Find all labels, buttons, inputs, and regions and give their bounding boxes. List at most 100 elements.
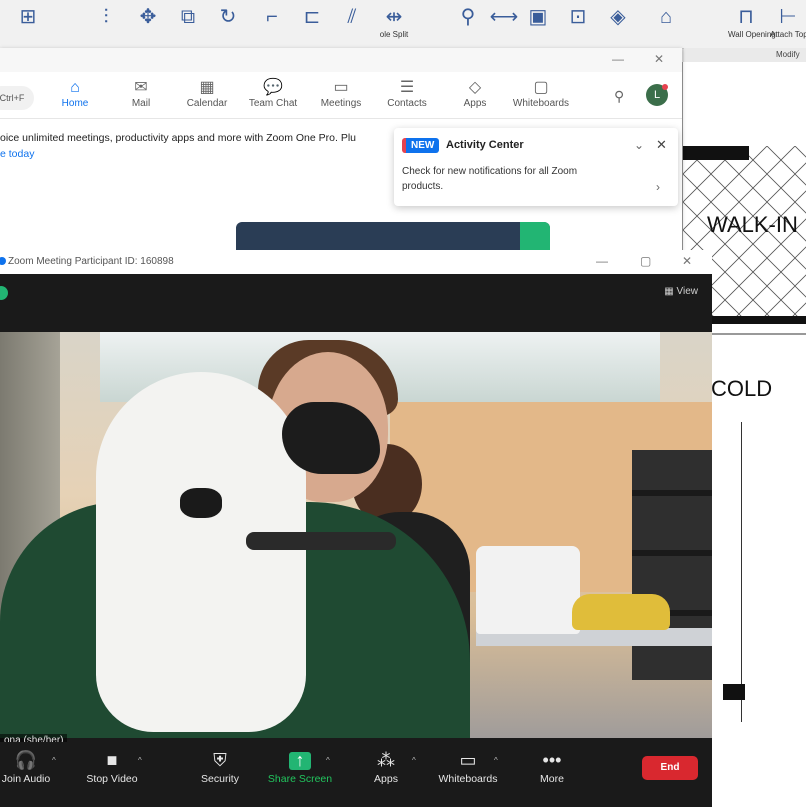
tab-whiteboards[interactable]: ▢ Whiteboards — [506, 78, 576, 110]
security-button[interactable]: ⛨ Security — [180, 748, 260, 786]
caret-up-icon[interactable]: ^ — [494, 756, 498, 765]
cad-tool-measure[interactable]: ⟷ — [486, 4, 522, 44]
trim-icon: ⌐ — [266, 6, 278, 28]
meeting-toolbar: End 🎧 Join Audio ^ ■ Stop Video ^ ⛨ Security ↑ Sh… — [0, 742, 712, 807]
apps-icon: ◇ — [468, 79, 482, 96]
apps-button[interactable]: ⁂ Apps ^ — [346, 748, 426, 786]
tab-contacts[interactable]: ☰ Contacts — [372, 78, 442, 110]
tab-team-chat[interactable]: 💬 Team Chat — [238, 78, 308, 110]
notification-dot — [662, 84, 668, 90]
cad-wall-segment — [683, 146, 749, 160]
tab-home[interactable]: ⌂ Home — [40, 78, 110, 110]
home-card[interactable] — [236, 222, 550, 252]
cad-line — [741, 422, 742, 722]
cad-tool-trim[interactable]: ⌐ — [254, 4, 290, 44]
whiteboards-icon: ▢ — [533, 79, 549, 96]
close-icon[interactable]: ✕ — [654, 52, 664, 66]
meeting-titlebar: Zoom Meeting Participant ID: 160898 — ▢ … — [0, 250, 712, 274]
cad-tool-rotate[interactable]: ↻ — [210, 4, 246, 44]
tab-label: Mail — [131, 98, 151, 109]
tab-meetings[interactable]: ▭ Meetings — [306, 78, 376, 110]
create-icon: ▣ — [528, 6, 548, 28]
cad-tool-label: Wall Opening — [728, 30, 776, 39]
close-icon[interactable]: ✕ — [656, 137, 667, 153]
meeting-top-bar: ▦ View — [0, 274, 712, 332]
end-meeting-button[interactable]: End — [642, 756, 698, 780]
zoom-logo-icon — [0, 257, 6, 265]
cad-tool-label: Attach Top/Bas — [770, 30, 806, 39]
cad-tool-move[interactable]: ✥ — [130, 4, 166, 44]
stop-video-button[interactable]: ■ Stop Video ^ — [72, 748, 152, 786]
caret-up-icon[interactable]: ^ — [52, 756, 56, 765]
close-icon[interactable]: ✕ — [682, 254, 692, 268]
zoom-main-titlebar: — ✕ — [0, 48, 682, 72]
cad-tool-align[interactable]: ⫶ — [88, 4, 124, 44]
join-audio-button[interactable]: 🎧 Join Audio ^ — [0, 748, 66, 786]
group-icon: ⊡ — [569, 6, 587, 28]
video-dog-collar — [246, 532, 396, 550]
minimize-icon[interactable]: — — [596, 254, 608, 268]
mirror-icon: ⫽ — [347, 6, 357, 28]
video-bag — [476, 546, 580, 634]
toolbar-button-label: More — [540, 773, 564, 785]
cad-tool-family[interactable]: ⌂ — [648, 4, 684, 44]
contacts-icon: ☰ — [399, 79, 415, 96]
more-button[interactable]: ••• More — [512, 748, 592, 786]
cad-ribbon-group-bar: Modify — [684, 48, 806, 62]
cad-tool-wall-opening[interactable]: ⊓ Wall Opening — [728, 4, 776, 44]
tab-label: Team Chat — [248, 98, 298, 109]
cad-tool-label: ole Split — [379, 30, 409, 39]
cad-tool-attach[interactable]: ⊢ Attach Top/Bas — [770, 4, 806, 44]
cad-tool-copy[interactable]: ⧉ — [170, 4, 206, 44]
participant-video[interactable] — [0, 332, 712, 738]
pin-icon: ⚲ — [460, 6, 476, 28]
zoom-nav-bar: ⌂ Home ✉ Mail ▦ Calendar 💬 Team Chat ▭ Meetings ☰ C… — [0, 74, 682, 119]
upgrade-banner-link[interactable]: e today — [0, 148, 34, 160]
cad-tool-snap-grid[interactable]: ⊞ — [10, 4, 46, 44]
measure-icon: ⟷ — [489, 6, 519, 28]
meeting-title: Zoom Meeting Participant ID: 160898 — [8, 256, 174, 267]
tab-apps[interactable]: ◇ Apps — [440, 78, 510, 110]
tab-label: Apps — [463, 98, 487, 109]
attach-icon: ⊢ — [779, 6, 797, 28]
minimize-icon[interactable]: — — [612, 52, 624, 66]
tab-label: Whiteboards — [512, 98, 570, 109]
home-card-accent — [520, 222, 550, 252]
grid-icon: ▦ — [664, 286, 677, 297]
maximize-icon[interactable]: ▢ — [640, 254, 651, 268]
tab-calendar[interactable]: ▦ Calendar — [172, 78, 242, 110]
view-button[interactable]: ▦ View — [664, 286, 698, 297]
search-icon[interactable]: ⚲ — [614, 88, 624, 105]
caret-up-icon[interactable]: ^ — [138, 756, 142, 765]
shield-icon: ⛨ — [213, 750, 227, 770]
cad-tool-group[interactable]: ⊡ — [560, 4, 596, 44]
cad-column — [723, 684, 745, 700]
cad-tool-create[interactable]: ▣ — [520, 4, 556, 44]
whiteboards-button[interactable]: ▭ Whiteboards ^ — [428, 748, 508, 786]
chevron-right-icon[interactable]: › — [656, 180, 660, 194]
cad-tool-edit[interactable]: ◈ — [600, 4, 636, 44]
align-icon: ⫶ — [103, 6, 109, 28]
calendar-icon: ▦ — [199, 79, 215, 96]
activity-center-title: Activity Center — [446, 139, 524, 151]
more-icon: ••• — [542, 750, 562, 770]
video-dog-nose — [180, 488, 222, 518]
chevron-down-icon[interactable]: ⌄ — [634, 138, 644, 152]
cad-tool-offset[interactable]: ⊏ — [294, 4, 330, 44]
cad-tool-mirror[interactable]: ⫽ — [334, 4, 370, 44]
home-icon: ⌂ — [70, 79, 80, 96]
wall-opening-icon: ⊓ — [738, 6, 754, 28]
tab-mail[interactable]: ✉ Mail — [106, 78, 176, 110]
split-icon: ⇹ — [385, 6, 403, 28]
encryption-shield-icon[interactable] — [0, 286, 8, 300]
share-screen-button[interactable]: ↑ Share Screen ^ — [260, 748, 340, 786]
cad-tool-split[interactable]: ⇹ ole Split — [376, 4, 412, 44]
cad-tool-pin[interactable]: ⚲ — [450, 4, 486, 44]
offset-icon: ⊏ — [303, 6, 321, 28]
caret-up-icon[interactable]: ^ — [412, 756, 416, 765]
toolbar-button-label: Whiteboards — [438, 773, 498, 785]
cad-label-walk-in: WALK-IN — [707, 212, 798, 237]
family-icon: ⌂ — [659, 6, 673, 28]
caret-up-icon[interactable]: ^ — [326, 756, 330, 765]
cad-ribbon: ⊞ ⫶ ✥ ⧉ ↻ ⌐ ⊏ ⫽ ⇹ ole Split ⚲ ⟷ ▣ ⊡ ◈ ⌂ ⊓ Wall Opening ⊢ At… — [0, 0, 806, 49]
